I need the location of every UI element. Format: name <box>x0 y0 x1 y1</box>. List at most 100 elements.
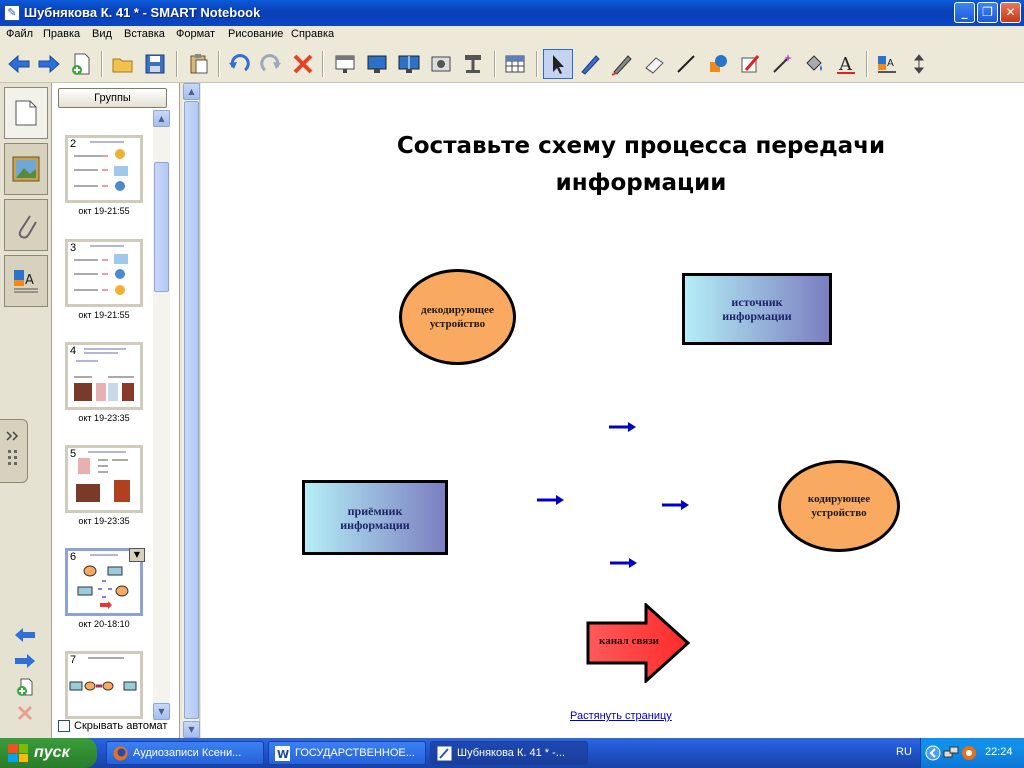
panel-resize-handle[interactable] <box>0 419 28 483</box>
groups-button[interactable]: Группы <box>58 88 167 108</box>
gallery-tab[interactable] <box>4 143 48 195</box>
page-thumbnail[interactable]: 5 <box>65 445 143 513</box>
firefox-icon <box>113 746 128 760</box>
task-label: ГОСУДАРСТВЕННОЕ... <box>295 747 415 759</box>
magic-wand-icon[interactable] <box>767 49 797 79</box>
language-indicator[interactable]: RU <box>896 746 912 758</box>
eraser-icon[interactable] <box>639 49 669 79</box>
page-menu-dropdown-icon[interactable]: ▼ <box>129 548 145 562</box>
page-thumbnail[interactable]: 7 <box>65 651 143 719</box>
screen-capture-icon[interactable] <box>426 49 456 79</box>
screen-shade-icon[interactable] <box>330 49 360 79</box>
menu-insert[interactable]: Вставка <box>124 28 165 40</box>
document-camera-icon[interactable] <box>458 49 488 79</box>
taskbar-item-word[interactable]: W ГОСУДАРСТВЕННОЕ... <box>268 741 426 765</box>
select-arrow-icon[interactable] <box>543 49 573 79</box>
blue-arrow-icon[interactable] <box>609 557 639 569</box>
page-thumbnail[interactable]: 3 <box>65 239 143 307</box>
delete-page-icon[interactable] <box>12 703 38 723</box>
minimize-button[interactable]: _ <box>954 2 975 23</box>
redo-icon[interactable] <box>256 49 286 79</box>
toolbar-separator <box>101 51 103 77</box>
magic-pen-icon[interactable] <box>735 49 765 79</box>
window-title-bar[interactable]: ✎ Шубнякова К. 41 * - SMART Notebook _ ❐… <box>0 0 1024 26</box>
autohide-checkbox[interactable] <box>58 720 70 732</box>
move-toolbar-icon[interactable] <box>904 49 934 79</box>
line-icon[interactable] <box>671 49 701 79</box>
smart-notebook-icon: ✎ <box>4 5 20 21</box>
properties-tab[interactable]: A <box>4 255 48 307</box>
properties-icon[interactable]: A <box>872 49 902 79</box>
network-icon[interactable] <box>943 745 959 761</box>
full-screen-icon[interactable] <box>362 49 392 79</box>
page-number: 7 <box>70 654 77 666</box>
add-page-icon[interactable] <box>66 49 96 79</box>
restore-button[interactable]: ❐ <box>977 2 998 23</box>
save-icon[interactable] <box>140 49 170 79</box>
scrollbar-thumb[interactable] <box>184 101 199 719</box>
previous-page-icon[interactable] <box>12 625 38 645</box>
menu-view[interactable]: Вид <box>92 28 112 40</box>
delete-icon[interactable] <box>288 49 318 79</box>
source-box[interactable]: источник информации <box>682 273 832 345</box>
pen-icon[interactable] <box>575 49 605 79</box>
menu-draw[interactable]: Рисование <box>228 28 283 40</box>
back-arrow-icon[interactable] <box>4 49 34 79</box>
taskbar-item-firefox[interactable]: Аудиозаписи Ксени... <box>106 741 264 765</box>
menu-file[interactable]: Файл <box>6 28 33 40</box>
open-folder-icon[interactable] <box>108 49 138 79</box>
page-thumbnail[interactable]: 4 <box>65 342 143 410</box>
table-icon[interactable] <box>500 49 530 79</box>
encoder-ellipse[interactable]: кодирующее устройство <box>778 460 900 552</box>
next-page-icon[interactable] <box>12 651 38 671</box>
antivirus-icon[interactable] <box>961 745 977 761</box>
page-date: окт 20-18:10 <box>78 619 130 629</box>
page-date: окт 19-21:55 <box>78 310 130 320</box>
taskbar-item-notebook[interactable]: Шубнякова К. 41 * -... <box>430 741 588 765</box>
text-icon[interactable]: A <box>831 49 861 79</box>
clock[interactable]: 22:24 <box>985 746 1013 758</box>
page-number: 5 <box>70 448 77 460</box>
page-thumbnail[interactable]: 2 <box>65 135 143 203</box>
page-sorter-tab[interactable] <box>4 87 48 139</box>
menu-format[interactable]: Формат <box>176 28 215 40</box>
creative-pen-icon[interactable] <box>607 49 637 79</box>
paperclip-icon <box>18 215 37 239</box>
menu-help[interactable]: Справка <box>291 28 334 40</box>
dual-page-icon[interactable] <box>394 49 424 79</box>
undo-icon[interactable] <box>224 49 254 79</box>
blue-arrow-icon[interactable] <box>661 499 691 511</box>
whiteboard-canvas[interactable]: Составьте схему процесса передачи информ… <box>201 83 1024 738</box>
svg-text:A: A <box>838 54 853 75</box>
tray-expand-icon[interactable] <box>925 745 941 761</box>
page-number: 3 <box>70 242 77 254</box>
blue-arrow-icon[interactable] <box>608 421 638 433</box>
close-button[interactable]: ✕ <box>1000 2 1021 23</box>
sorter-scrollbar[interactable]: ▲ ▼ <box>153 110 170 720</box>
shapes-icon[interactable] <box>703 49 733 79</box>
decoder-ellipse[interactable]: декодирующее устройство <box>399 269 516 365</box>
encoder-label: кодирующее устройство <box>807 493 871 519</box>
autohide-option[interactable]: Скрывать автомат <box>58 720 167 732</box>
forward-arrow-icon[interactable] <box>34 49 64 79</box>
add-page-side-icon[interactable] <box>12 677 38 697</box>
canvas-scrollbar[interactable]: ▲ ▼ <box>183 83 200 738</box>
paste-icon[interactable] <box>184 49 214 79</box>
scroll-down-icon[interactable]: ▼ <box>153 703 170 720</box>
page-date: окт 19-23:35 <box>78 413 130 423</box>
blue-arrow-icon[interactable] <box>536 494 566 506</box>
slide-title[interactable]: Составьте схему процесса передачи информ… <box>381 128 901 202</box>
scroll-down-icon[interactable]: ▼ <box>183 721 200 738</box>
page-number: 4 <box>70 345 77 357</box>
scrollbar-thumb[interactable] <box>154 162 169 292</box>
desktop-screen: ✎ Шубнякова К. 41 * - SMART Notebook _ ❐… <box>0 0 1024 768</box>
stretch-page-link[interactable]: Растянуть страницу <box>570 710 672 722</box>
fill-icon[interactable] <box>799 49 829 79</box>
start-button[interactable]: пуск <box>0 738 97 768</box>
menu-edit[interactable]: Правка <box>43 28 80 40</box>
scroll-up-icon[interactable]: ▲ <box>183 83 200 100</box>
smart-notebook-icon <box>437 745 452 761</box>
attachments-tab[interactable] <box>4 199 48 251</box>
scroll-up-icon[interactable]: ▲ <box>153 110 170 127</box>
receiver-box[interactable]: приёмник информации <box>302 480 448 555</box>
